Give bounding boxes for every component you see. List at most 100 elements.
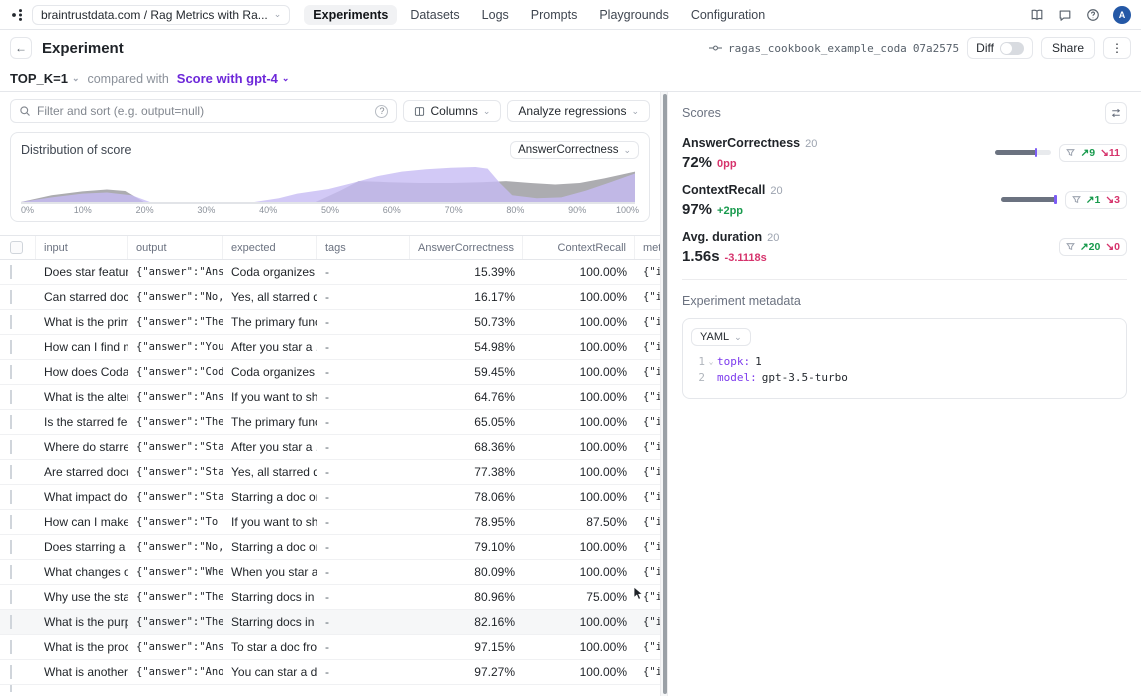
col-header-input[interactable]: input [36, 236, 128, 259]
table-row[interactable]: Where do starre... {"answer":"Star... Af… [0, 435, 660, 460]
columns-button[interactable]: Columns ⌄ [403, 100, 501, 122]
regressed-count: ↘0 [1105, 241, 1120, 253]
more-menu-button[interactable]: ⋮ [1103, 37, 1131, 59]
col-header-output[interactable]: output [128, 236, 223, 259]
tab-logs[interactable]: Logs [473, 5, 518, 25]
filter-help-icon[interactable]: ? [375, 105, 388, 118]
table-row[interactable]: Does starring a d... {"answer":"No, ... … [0, 535, 660, 560]
row-answercorrectness: 15.39% [410, 265, 523, 279]
diff-switch[interactable] [1000, 42, 1024, 55]
current-experiment-dropdown[interactable]: TOP_K=1 ⌄ [10, 71, 79, 86]
table-row[interactable] [0, 685, 660, 692]
table-row[interactable]: What is another ... {"answer":"Anot... Y… [0, 660, 660, 685]
row-checkbox[interactable] [10, 540, 12, 554]
table-row[interactable]: Can starred docs... {"answer":"No, ... Y… [0, 285, 660, 310]
table-row[interactable]: How does Coda ... {"answer":"Coda... Cod… [0, 360, 660, 385]
table-row[interactable]: Is the starred fea... {"answer":"The ...… [0, 410, 660, 435]
row-expected: Starring docs in ... [223, 590, 317, 604]
row-checkbox[interactable] [10, 465, 12, 479]
help-icon[interactable] [1085, 7, 1101, 23]
filter-funnel-icon [1066, 242, 1075, 251]
tab-experiments[interactable]: Experiments [304, 5, 397, 25]
x-tick-label: 30% [197, 205, 215, 215]
table-row[interactable]: How can I make ... {"answer":"To m... If… [0, 510, 660, 535]
row-checkbox[interactable] [10, 290, 12, 304]
row-checkbox[interactable] [10, 340, 12, 354]
col-header-tags[interactable]: tags [317, 236, 410, 259]
analyze-regressions-button[interactable]: Analyze regressions ⌄ [507, 100, 650, 122]
row-checkbox[interactable] [10, 640, 12, 654]
project-breadcrumb[interactable]: braintrustdata.com / Rag Metrics with Ra… [32, 5, 290, 25]
regressed-count: ↘11 [1100, 147, 1120, 159]
row-contextrecall: 100.00% [523, 340, 635, 354]
comparison-experiment-dropdown[interactable]: Score with gpt-4 ⌄ [177, 71, 290, 86]
score-filter-stats[interactable]: ↗20 ↘0 [1059, 238, 1127, 256]
row-expected: Coda organizes ... [223, 365, 317, 379]
table-row[interactable]: What is the purp... {"answer":"The ... S… [0, 610, 660, 635]
share-button[interactable]: Share [1041, 37, 1095, 59]
row-output: {"answer":"Coda... [128, 366, 223, 378]
pane-scrollbar[interactable] [660, 92, 668, 696]
row-metadata: {"id [635, 616, 660, 628]
table-row[interactable]: How can I find m... {"answer":"You ... A… [0, 335, 660, 360]
table-row[interactable]: What is the alter... {"answer":"Answ... … [0, 385, 660, 410]
back-button[interactable]: ← [10, 37, 32, 59]
select-all-checkbox[interactable] [10, 241, 23, 254]
score-progress-bar [995, 150, 1051, 155]
metadata-language-select[interactable]: YAML ⌄ [691, 328, 751, 346]
col-header-answercorrectness[interactable]: AnswerCorrectness [410, 236, 523, 259]
feedback-chat-icon[interactable] [1057, 7, 1073, 23]
tab-playgrounds[interactable]: Playgrounds [590, 5, 678, 25]
row-checkbox[interactable] [10, 365, 12, 379]
row-contextrecall: 100.00% [523, 465, 635, 479]
tab-datasets[interactable]: Datasets [401, 5, 468, 25]
diff-toggle[interactable]: Diff [967, 37, 1033, 59]
row-contextrecall: 87.50% [523, 515, 635, 529]
score-filter-stats[interactable]: ↗9 ↘11 [1059, 144, 1127, 162]
table-row[interactable]: Does star feature... {"answer":"Answ... … [0, 260, 660, 285]
row-tags: - [317, 315, 410, 329]
row-checkbox[interactable] [10, 665, 12, 679]
scores-settings-button[interactable] [1105, 102, 1127, 124]
row-checkbox[interactable] [10, 590, 12, 604]
chevron-down-icon: ⌄ [734, 332, 742, 343]
user-avatar[interactable]: A [1113, 6, 1131, 24]
table-row[interactable]: What is the proc... {"answer":"Answ... T… [0, 635, 660, 660]
chart-title: Distribution of score [21, 143, 131, 157]
analyze-regressions-label: Analyze regressions [518, 104, 626, 118]
row-checkbox[interactable] [10, 615, 12, 629]
row-checkbox[interactable] [10, 265, 12, 279]
row-input: What changes o... [36, 565, 128, 579]
col-header-metadata[interactable]: metadata [635, 236, 660, 259]
row-input: Are starred docu... [36, 465, 128, 479]
table-row[interactable]: Why use the star... {"answer":"The ... S… [0, 585, 660, 610]
tab-configuration[interactable]: Configuration [682, 5, 774, 25]
scrollbar-thumb[interactable] [663, 94, 667, 694]
table-row[interactable]: Are starred docu... {"answer":"Star... Y… [0, 460, 660, 485]
table-row[interactable]: What is the prim... {"answer":"The ... T… [0, 310, 660, 335]
score-count: 20 [805, 138, 817, 150]
docs-book-icon[interactable] [1029, 7, 1045, 23]
col-header-contextrecall[interactable]: ContextRecall [523, 236, 635, 259]
row-checkbox[interactable] [10, 440, 12, 454]
row-metadata: {"id [635, 666, 660, 678]
row-checkbox[interactable] [10, 565, 12, 579]
table-row[interactable]: What impact doe... {"answer":"Star... St… [0, 485, 660, 510]
tab-prompts[interactable]: Prompts [522, 5, 587, 25]
results-table: input output expected tags AnswerCorrect… [0, 235, 660, 692]
score-filter-stats[interactable]: ↗1 ↘3 [1065, 191, 1127, 209]
row-checkbox[interactable] [10, 390, 12, 404]
col-header-expected[interactable]: expected [223, 236, 317, 259]
row-checkbox[interactable] [10, 490, 12, 504]
row-checkbox[interactable] [10, 515, 12, 529]
filter-input[interactable] [37, 104, 369, 118]
row-answercorrectness: 50.73% [410, 315, 523, 329]
table-row[interactable]: What changes o... {"answer":"When... Whe… [0, 560, 660, 585]
row-contextrecall: 100.00% [523, 315, 635, 329]
row-checkbox[interactable] [10, 315, 12, 329]
row-output: {"answer":"Anot... [128, 666, 223, 678]
comparison-row: TOP_K=1 ⌄ compared with Score with gpt-4… [0, 66, 1141, 92]
row-checkbox[interactable] [10, 415, 12, 429]
chart-metric-select[interactable]: AnswerCorrectness ⌄ [510, 141, 639, 159]
row-checkbox[interactable] [10, 685, 12, 692]
